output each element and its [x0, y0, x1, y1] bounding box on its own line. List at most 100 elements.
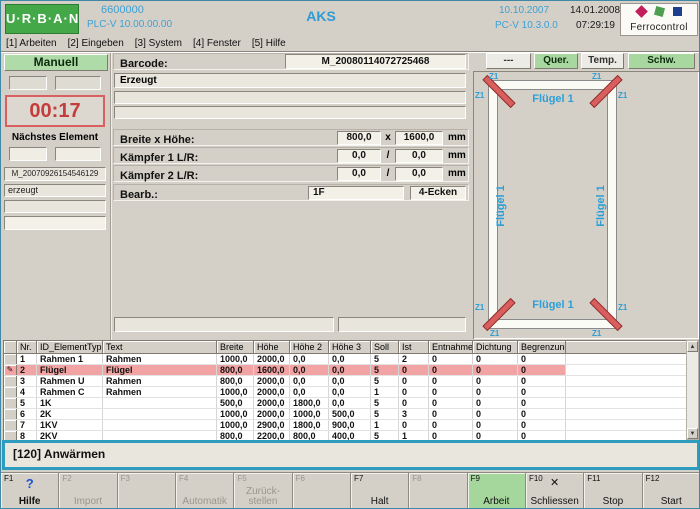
- counter-field-2[interactable]: [55, 76, 101, 90]
- bearb-field[interactable]: 1F: [308, 186, 404, 200]
- scroll-up-button[interactable]: ▲: [687, 341, 698, 352]
- menu-item-4-fenster[interactable]: [4] Fenster: [193, 38, 241, 49]
- row-selector[interactable]: [4, 409, 17, 419]
- table-row[interactable]: 3Rahmen URahmen800,02000,00,00,050000: [4, 376, 686, 387]
- footer-field-2[interactable]: [338, 317, 466, 332]
- function-key-bar: F1?HilfeF2ImportF3F4AutomatikF5Zurück- s…: [1, 472, 700, 509]
- cell-hohe-2: 0,0: [290, 376, 329, 386]
- bearb-mode-field[interactable]: 4-Ecken: [410, 186, 466, 200]
- menu-item-5-hilfe[interactable]: [5] Hilfe: [252, 38, 286, 49]
- cell-hohe: 1600,0: [254, 365, 290, 375]
- column-header-hohe-3[interactable]: Höhe 3: [329, 341, 371, 354]
- footer-field-1[interactable]: [114, 317, 334, 332]
- cell-breite: 800,0: [217, 365, 254, 375]
- cell-breite: 1000,0: [217, 354, 254, 364]
- column-header-text[interactable]: Text: [103, 341, 217, 354]
- table-row[interactable]: 1Rahmen 1Rahmen1000,02000,00,00,052000: [4, 354, 686, 365]
- scroll-down-button[interactable]: ▼: [687, 428, 698, 439]
- status-message: [120] Anwärmen: [5, 443, 697, 466]
- table-scrollbar[interactable]: ▲ ▼: [686, 340, 699, 440]
- next-element-extra-field-1[interactable]: [4, 200, 106, 213]
- kaempfer1-left-field[interactable]: 0,0: [337, 149, 381, 163]
- row-filler: [566, 365, 686, 375]
- next-element-status-field[interactable]: erzeugt: [4, 184, 106, 197]
- menu-item-1-arbeiten[interactable]: [1] Arbeiten: [6, 38, 57, 49]
- info-field-2[interactable]: [114, 106, 466, 119]
- row-selector[interactable]: [4, 387, 17, 397]
- table-row[interactable]: 51K500,02000,01800,00,050000: [4, 398, 686, 409]
- ferrocontrol-logo: Ferrocontrol: [620, 3, 698, 36]
- column-header-soll[interactable]: Soll: [371, 341, 399, 354]
- cell-hohe-3: 0,0: [329, 387, 371, 397]
- table-row[interactable]: 4Rahmen CRahmen1000,02000,00,00,010000: [4, 387, 686, 398]
- cell-id-elementtyp: Flügel: [37, 365, 103, 375]
- row-selector[interactable]: [4, 376, 17, 386]
- cell-hohe: 2000,0: [254, 398, 290, 408]
- row-selector[interactable]: [4, 354, 17, 364]
- column-header-id-elementtyp[interactable]: ID_ElementTyp: [37, 341, 103, 354]
- kaempfer2-left-field[interactable]: 0,0: [337, 167, 381, 181]
- next-counter-field-2[interactable]: [55, 147, 101, 161]
- menu-bar: [1] Arbeiten [2] Eingeben [3] System [4] Fe…: [1, 38, 700, 52]
- fkey-label: Import: [59, 497, 116, 507]
- cell-soll: 5: [371, 354, 399, 364]
- current-date: 14.01.2008: [570, 5, 620, 16]
- row-selector-header: [4, 341, 17, 354]
- cell-id-elementtyp: 2K: [37, 409, 103, 419]
- fkey-f11-stop[interactable]: F11Stop: [584, 473, 642, 509]
- mode-button[interactable]: Manuell: [4, 54, 108, 71]
- cell-begrenzung: 0: [518, 354, 566, 364]
- cell-soll: 1: [371, 387, 399, 397]
- column-header-dichtung[interactable]: Dichtung: [473, 341, 518, 354]
- table-row[interactable]: 71KV1000,02900,01800,0900,010000: [4, 420, 686, 431]
- column-header-nr[interactable]: Nr.: [17, 341, 37, 354]
- next-counter-field-1[interactable]: [9, 147, 47, 161]
- column-header-entnahme[interactable]: Entnahme: [429, 341, 473, 354]
- element-table: Nr.ID_ElementTypTextBreiteHöheHöhe 2Höhe…: [3, 340, 686, 440]
- column-header-hohe-2[interactable]: Höhe 2: [290, 341, 329, 354]
- menu-item-2-eingeben[interactable]: [2] Eingeben: [68, 38, 124, 49]
- unit-label-2: mm: [448, 150, 466, 161]
- view-button-temp[interactable]: Temp.: [581, 53, 624, 69]
- width-field[interactable]: 800,0: [337, 131, 381, 145]
- fkey-f2-import: F2Import: [59, 473, 117, 509]
- scroll-down-icon: ▼: [690, 431, 696, 437]
- view-button-quer[interactable]: Quer.: [534, 53, 578, 69]
- kaempfer2-right-field[interactable]: 0,0: [395, 167, 443, 181]
- row-selector[interactable]: ✎: [4, 365, 17, 375]
- column-header-breite[interactable]: Breite: [217, 341, 254, 354]
- counter-field-1[interactable]: [9, 76, 47, 90]
- fkey-f10-schliessen[interactable]: F10✕Schliessen: [526, 473, 584, 509]
- unit-label-1: mm: [448, 132, 466, 143]
- info-field-1[interactable]: [114, 91, 466, 104]
- fkey-f7-halt[interactable]: F7Halt: [351, 473, 409, 509]
- kaempfer1-right-field[interactable]: 0,0: [395, 149, 443, 163]
- table-row[interactable]: ✎2FlügelFlügel800,01600,00,00,050000: [4, 365, 686, 376]
- view-button-schw[interactable]: Schw.: [628, 53, 695, 69]
- column-header-hohe[interactable]: Höhe: [254, 341, 290, 354]
- table-row[interactable]: 62K1000,02000,01000,0500,053000: [4, 409, 686, 420]
- fkey-number: F7: [354, 474, 363, 483]
- barcode-field[interactable]: M_20080114072725468: [285, 54, 466, 69]
- cell-begrenzung: 0: [518, 420, 566, 430]
- view-button-blank[interactable]: ---: [486, 53, 531, 69]
- corner-label-br-bottom: Z1: [592, 329, 601, 338]
- table-row[interactable]: 82KV800,02200,0800,0400,051000: [4, 431, 686, 440]
- row-selector[interactable]: [4, 420, 17, 430]
- next-element-extra-field-2[interactable]: [4, 216, 106, 230]
- element-status-field[interactable]: Erzeugt: [114, 73, 466, 88]
- cell-nr: 8: [17, 431, 37, 440]
- height-field[interactable]: 1600,0: [395, 131, 443, 145]
- column-header-begrenzung[interactable]: Begrenzung: [518, 341, 566, 354]
- dimension-label-3: Kämpfer 2 L/R:: [114, 169, 198, 184]
- menu-item-3-system[interactable]: [3] System: [135, 38, 182, 49]
- fkey-label: Automatik: [176, 497, 233, 507]
- fkey-f1-hilfe[interactable]: F1?Hilfe: [1, 473, 59, 509]
- next-element-barcode-field[interactable]: M_20070926154546129: [4, 167, 106, 181]
- fkey-f9-arbeit[interactable]: F9Arbeit: [468, 473, 526, 509]
- column-header-ist[interactable]: Ist: [399, 341, 429, 354]
- fkey-label: Start: [643, 497, 700, 507]
- row-selector[interactable]: [4, 431, 17, 440]
- fkey-f12-start[interactable]: F12Start: [643, 473, 700, 509]
- row-selector[interactable]: [4, 398, 17, 408]
